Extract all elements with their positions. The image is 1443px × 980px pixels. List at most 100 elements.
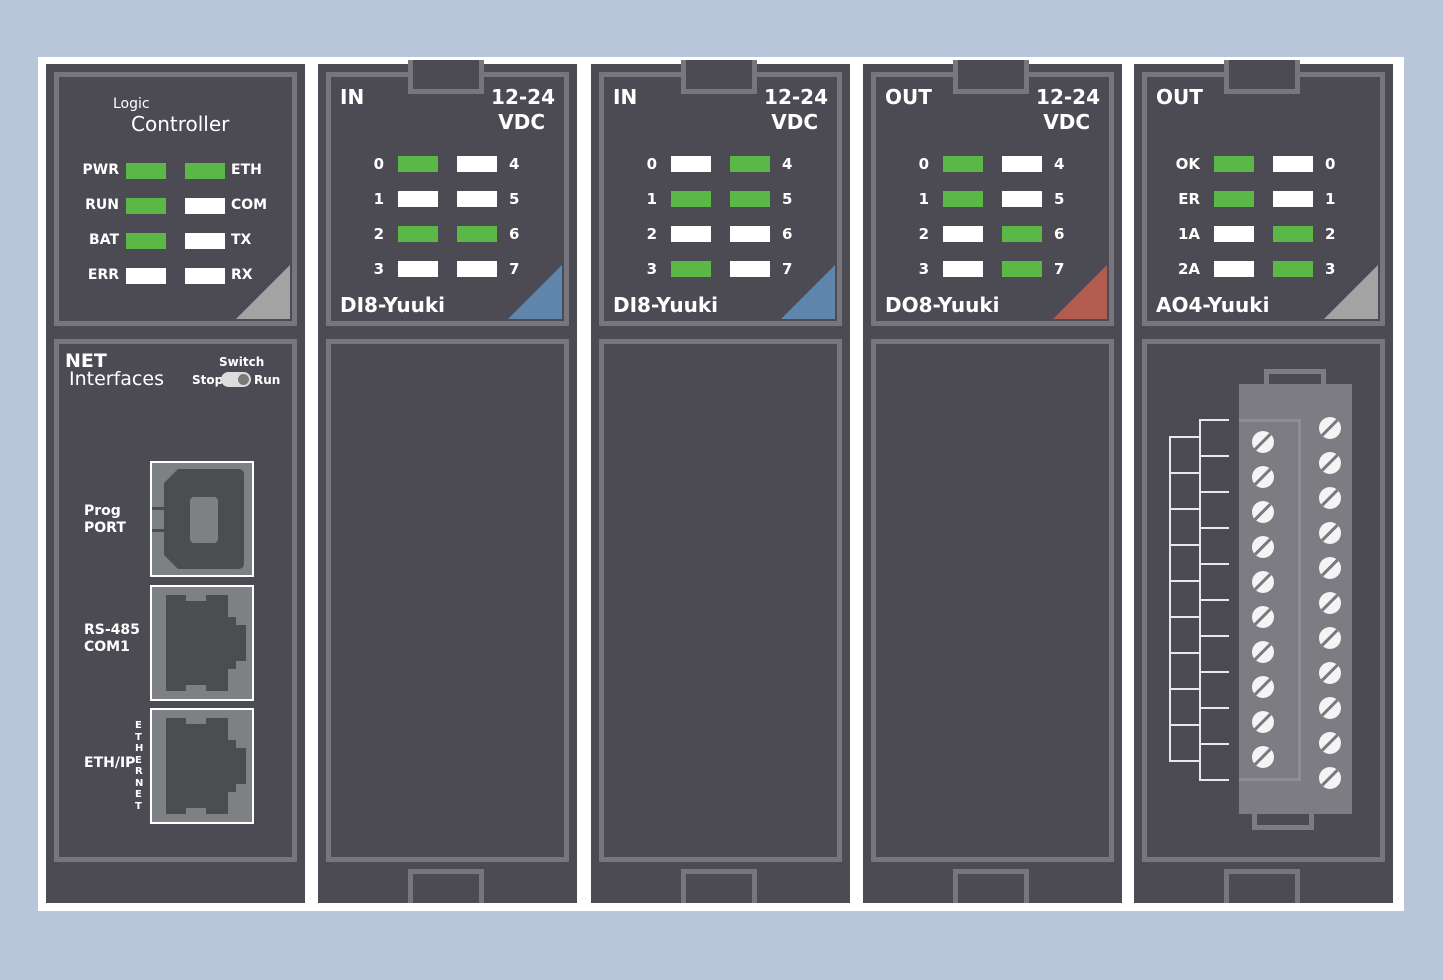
wire xyxy=(1199,455,1229,457)
terminal-screw[interactable] xyxy=(1319,662,1341,684)
terminal-screw[interactable] xyxy=(1319,767,1341,789)
wire xyxy=(1169,760,1199,762)
status-led-err xyxy=(126,268,166,284)
controller-title-small: Logic xyxy=(113,96,150,112)
ethernet-port[interactable] xyxy=(150,708,254,824)
rs485-label-1: RS-485 xyxy=(84,622,140,638)
channel-label: 2 xyxy=(918,225,929,243)
terminal-screw[interactable] xyxy=(1319,417,1341,439)
io-module-ao4: OUT OK ER 1A 2A 0 1 2 3 AO4-Yuuki xyxy=(1134,60,1393,903)
terminal-screw[interactable] xyxy=(1252,571,1274,593)
terminal-screw[interactable] xyxy=(1252,711,1274,733)
wire xyxy=(1199,599,1229,601)
channel-label: 1 xyxy=(373,190,384,208)
terminal-screw[interactable] xyxy=(1252,641,1274,663)
logic-controller-module: Logic Controller NET Interfaces Switch S… xyxy=(46,64,305,903)
terminal-screw[interactable] xyxy=(1252,536,1274,558)
channel-led xyxy=(943,156,983,172)
channel-label: 1A xyxy=(1177,225,1200,243)
io-direction-label: IN xyxy=(613,85,638,109)
channel-label: 6 xyxy=(1054,225,1065,243)
channel-led xyxy=(943,191,983,207)
wire xyxy=(1199,563,1229,565)
rs485-com1-port[interactable] xyxy=(150,585,254,701)
io-direction-label: OUT xyxy=(885,85,932,109)
terminal-screw[interactable] xyxy=(1319,522,1341,544)
terminal-cover-panel xyxy=(326,339,569,862)
channel-label: 5 xyxy=(1054,190,1065,208)
top-latch xyxy=(408,60,484,94)
channel-led xyxy=(943,261,983,277)
terminal-screw[interactable] xyxy=(1252,466,1274,488)
channel-label: 6 xyxy=(782,225,793,243)
terminal-screw[interactable] xyxy=(1252,501,1274,523)
channel-led xyxy=(1273,191,1313,207)
module-corner-accent xyxy=(508,265,562,319)
channel-led xyxy=(1002,156,1042,172)
channel-led xyxy=(457,156,497,172)
terminal-block xyxy=(1239,369,1352,830)
channel-label: 1 xyxy=(646,190,657,208)
channel-label: 3 xyxy=(646,260,657,278)
led-label-err: ERR xyxy=(87,267,119,283)
module-name: AO4-Yuuki xyxy=(1156,293,1270,317)
channel-led xyxy=(730,226,770,242)
status-led-tx xyxy=(185,233,225,249)
led-label-eth: ETH xyxy=(231,162,262,178)
bottom-latch xyxy=(953,869,1029,903)
channel-led xyxy=(1214,156,1254,172)
led-label-rx: RX xyxy=(231,267,253,283)
module-name: DO8-Yuuki xyxy=(885,293,1000,317)
wire xyxy=(1199,743,1229,745)
rj45-icon xyxy=(166,595,246,691)
wire xyxy=(1199,635,1229,637)
terminal-screw[interactable] xyxy=(1252,431,1274,453)
bottom-latch xyxy=(408,869,484,903)
channel-led xyxy=(1002,261,1042,277)
channel-led xyxy=(1002,226,1042,242)
channel-label: 3 xyxy=(373,260,384,278)
channel-led xyxy=(1273,226,1313,242)
channel-led xyxy=(1214,261,1254,277)
wire xyxy=(1169,724,1199,726)
wiring-diagram xyxy=(1169,419,1239,784)
channel-led xyxy=(398,156,438,172)
terminal-screw[interactable] xyxy=(1319,487,1341,509)
toggle-knob xyxy=(238,374,249,385)
channel-led xyxy=(1273,261,1313,277)
top-latch xyxy=(953,60,1029,94)
terminal-screw[interactable] xyxy=(1319,592,1341,614)
terminal-cover-panel xyxy=(599,339,842,862)
channel-label: 5 xyxy=(509,190,520,208)
module-name: DI8-Yuuki xyxy=(613,293,718,317)
status-led-rx xyxy=(185,268,225,284)
terminal-screw[interactable] xyxy=(1319,627,1341,649)
terminal-screw[interactable] xyxy=(1319,697,1341,719)
bottom-latch xyxy=(681,869,757,903)
channel-led xyxy=(457,226,497,242)
terminal-screw[interactable] xyxy=(1319,732,1341,754)
wire xyxy=(1169,508,1199,510)
channel-label: 2 xyxy=(1325,225,1336,243)
terminal-screw[interactable] xyxy=(1319,557,1341,579)
wire xyxy=(1199,419,1229,421)
wire xyxy=(1199,491,1229,493)
prog-usb-port[interactable] xyxy=(150,461,254,577)
channel-led xyxy=(457,261,497,277)
terminal-screw[interactable] xyxy=(1252,676,1274,698)
prog-port-label-1: Prog xyxy=(84,503,121,519)
bottom-latch xyxy=(1224,869,1300,903)
wire xyxy=(1169,436,1199,438)
terminal-screw[interactable] xyxy=(1252,606,1274,628)
ethernet-vertical-label: ETHERNET xyxy=(135,720,144,812)
voltage-label-1: 12-24 xyxy=(764,85,828,109)
wire xyxy=(1169,652,1199,654)
voltage-label-2: VDC xyxy=(771,110,818,134)
io-module-di8-1: IN 12-24 VDC 0 1 2 3 4 5 6 7 DI8-Yuuki xyxy=(318,60,577,903)
terminal-screw[interactable] xyxy=(1252,746,1274,768)
status-led-com xyxy=(185,198,225,214)
channel-label: 0 xyxy=(1325,155,1336,173)
terminal-screw[interactable] xyxy=(1319,452,1341,474)
rs485-label-2: COM1 xyxy=(84,639,130,655)
stop-run-toggle[interactable] xyxy=(221,372,251,387)
